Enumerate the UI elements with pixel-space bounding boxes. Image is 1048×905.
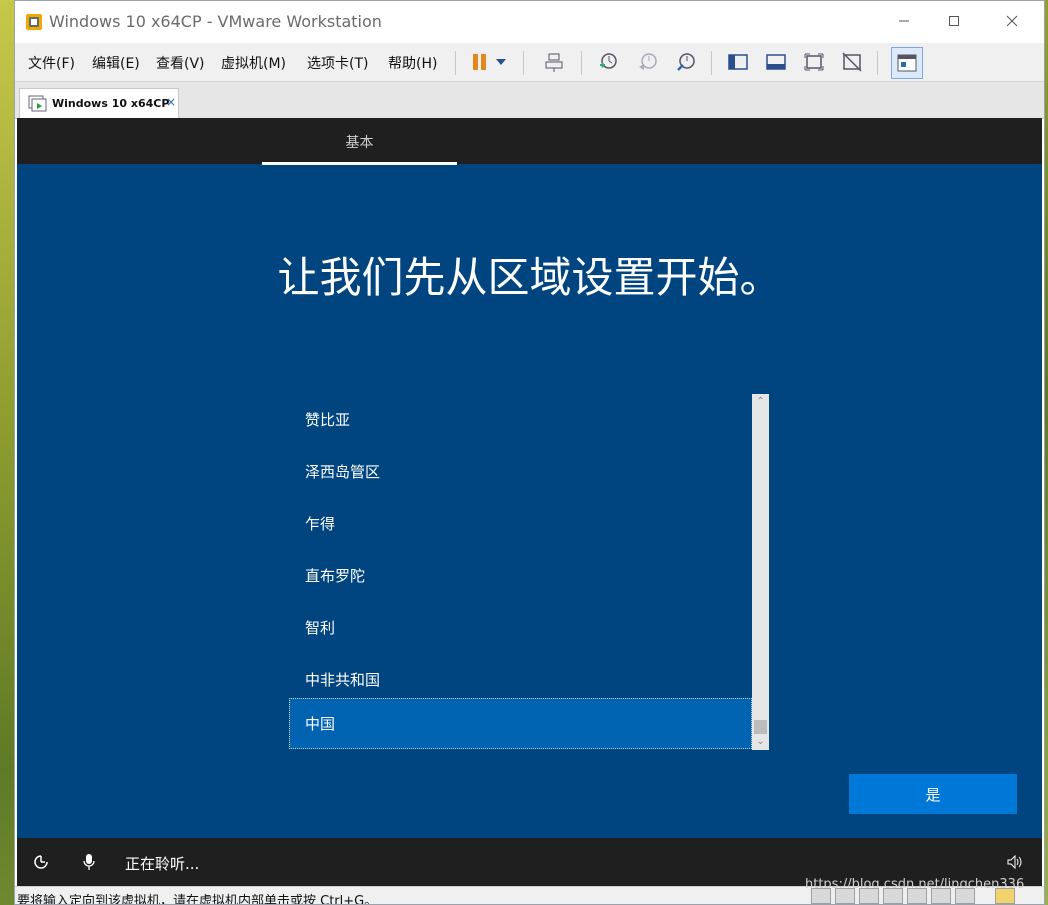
step-basics-underline [262,162,457,165]
menu-tabs[interactable]: 选项卡(T) [307,53,368,73]
thumbnail-bar-icon [766,54,786,70]
volume-icon[interactable] [1005,852,1025,872]
scroll-down-icon[interactable]: ⌄ [752,734,769,748]
snapshot-manager-button[interactable] [673,49,699,75]
display-icon[interactable] [955,888,975,904]
snapshot-revert-button[interactable] [635,49,661,75]
microphone-icon[interactable] [79,852,99,872]
menu-toolbar: 文件(F) 编辑(E) 查看(V) 虚拟机(M) 选项卡(T) 帮助(H) [15,43,1044,82]
maximize-icon [949,16,959,26]
guest-screen[interactable]: 基本 让我们先从区域设置开始。 赞比亚 泽西岛管区 乍得 直布罗陀 智利 中非共… [17,118,1042,886]
snapshot-take-button[interactable] [595,49,621,75]
tab-windows-10-x64cp[interactable]: Windows 10 x64CP × [19,88,179,118]
menu-file[interactable]: 文件(F) [28,53,75,73]
toolbar-separator [877,51,878,75]
list-item[interactable]: 乍得 [289,498,752,549]
network-adapter-icon[interactable] [859,888,879,904]
pause-button[interactable] [467,49,493,75]
console-view-button[interactable] [891,47,923,79]
region-list-scrollbar[interactable]: ⌃ ⌄ [752,394,769,750]
close-icon [1006,15,1018,27]
printer-icon[interactable] [931,888,951,904]
cd-dvd-icon[interactable] [835,888,855,904]
unity-disabled-icon [842,52,862,72]
list-item[interactable]: 直布罗陀 [289,550,752,601]
menu-help[interactable]: 帮助(H) [388,53,437,73]
list-item[interactable]: 赞比亚 [289,394,752,445]
toolbar-separator [711,51,712,75]
thumbnail-bar-button[interactable] [763,49,789,75]
tab-label: Windows 10 x64CP [52,97,170,110]
vmware-app-icon [25,13,43,31]
library-panel-icon [728,54,748,70]
usb-icon[interactable] [883,888,903,904]
list-item[interactable]: 泽西岛管区 [289,446,752,497]
vm-running-icon [28,95,48,117]
window-title: Windows 10 x64CP - VMware Workstation [49,12,382,31]
show-library-button[interactable] [725,49,751,75]
scrollbar-thumb[interactable] [754,720,767,734]
hard-disk-icon[interactable] [811,888,831,904]
yes-button[interactable]: 是 [849,774,1017,814]
oobe-progress-bar: 基本 [17,118,1042,165]
menu-edit[interactable]: 编辑(E) [92,53,140,73]
vmware-window: Windows 10 x64CP - VMware Workstation 文件… [14,0,1045,905]
menu-view[interactable]: 查看(V) [156,53,205,73]
page-title: 让我们先从区域设置开始。 [277,253,782,302]
step-basics: 基本 [345,135,374,151]
title-bar: Windows 10 x64CP - VMware Workstation [15,1,1044,43]
minimize-icon [899,20,909,22]
snapshot-revert-icon [639,53,657,70]
snapshot-manager-icon [677,53,695,71]
toolbar-separator [455,51,456,75]
status-message: 要将输入定向到该虚拟机，请在虚拟机内部单击或按 Ctrl+G。 [17,894,378,905]
maximize-button[interactable] [931,1,977,41]
listening-status: 正在聆听... [125,855,200,873]
console-view-icon [897,54,917,72]
list-item[interactable]: 智利 [289,602,752,653]
toolbar-separator [581,51,582,75]
message-log-icon[interactable] [995,888,1015,904]
menu-vm[interactable]: 虚拟机(M) [221,53,286,73]
sound-card-icon[interactable] [907,888,927,904]
region-list[interactable]: 赞比亚 泽西岛管区 乍得 直布罗陀 智利 中非共和国 中国 ⌃ ⌄ [289,394,769,750]
power-dropdown[interactable] [493,49,509,75]
dropdown-arrow-icon [496,59,506,65]
pause-icon [473,54,486,70]
full-screen-button[interactable] [801,49,827,75]
full-screen-icon [804,53,824,71]
vm-tab-strip: Windows 10 x64CP × [15,82,1044,119]
tab-close-icon[interactable]: × [166,95,176,109]
network-keyboard-icon [545,53,563,72]
close-button[interactable] [989,1,1035,41]
send-ctrl-alt-del-button[interactable] [541,49,567,75]
snapshot-take-icon [600,53,617,69]
ease-of-access-icon[interactable] [31,852,51,872]
list-item-selected[interactable]: 中国 [289,698,752,749]
minimize-button[interactable] [881,1,927,41]
toolbar-separator [523,51,524,75]
scroll-up-icon[interactable]: ⌃ [752,394,769,408]
unity-button[interactable] [839,49,865,75]
